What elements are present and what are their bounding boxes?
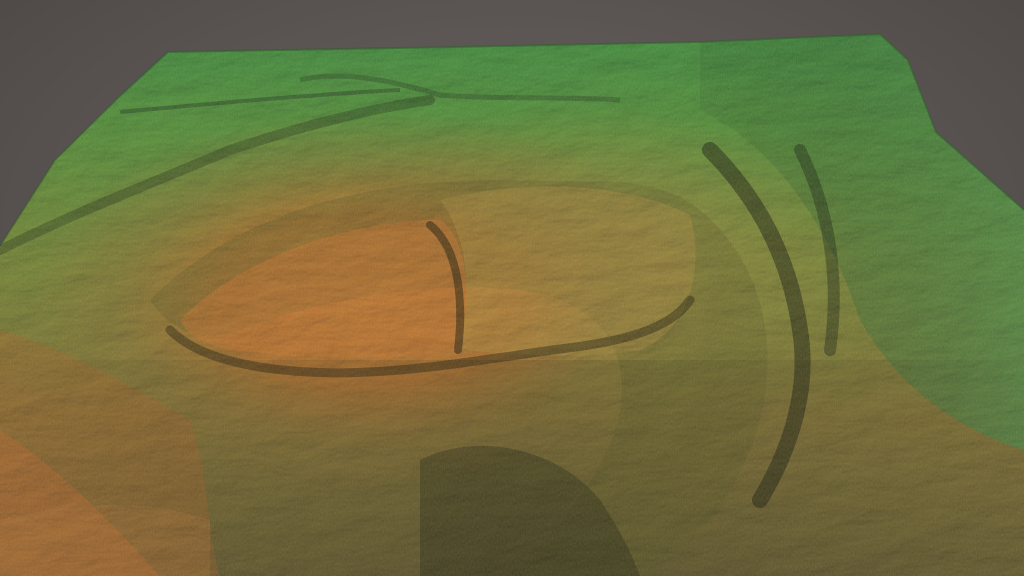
terrain-render[interactable] [0,0,1024,576]
viewport[interactable] [0,0,1024,576]
terrain-surface [0,34,1024,576]
